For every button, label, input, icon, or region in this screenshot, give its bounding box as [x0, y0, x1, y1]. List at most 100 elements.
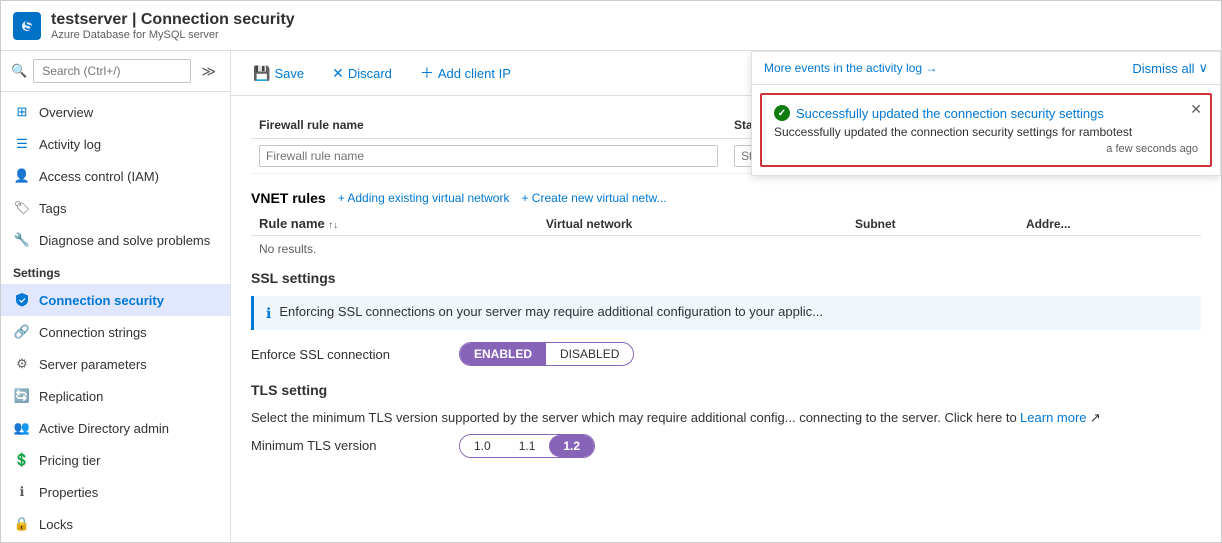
sidebar-item-active-directory[interactable]: 👥 Active Directory admin	[1, 412, 230, 444]
create-new-vnet-link[interactable]: + Create new virtual netw...	[521, 191, 666, 205]
add-existing-vnet-link[interactable]: + Adding existing virtual network	[338, 191, 510, 205]
tls-toggle-group: Minimum TLS version 1.0 1.1 1.2	[251, 434, 1201, 458]
sidebar-item-diagnose[interactable]: 🔧 Diagnose and solve problems	[1, 224, 230, 256]
sidebar-item-properties[interactable]: ℹ Properties	[1, 476, 230, 508]
search-icon: 🔍	[11, 63, 27, 79]
sidebar-item-locks[interactable]: 🔒 Locks	[1, 508, 230, 540]
save-label: Save	[274, 66, 304, 81]
page-title: testserver | Connection security	[51, 11, 295, 29]
discard-label: Discard	[348, 66, 392, 81]
vnet-subnet-header: Subnet	[847, 212, 1018, 236]
add-icon: ＋	[420, 63, 434, 83]
tls-option-1-1[interactable]: 1.1	[505, 435, 550, 457]
sidebar-navigation: ⊞ Overview ☰ Activity log 👤 Access contr…	[1, 92, 230, 542]
add-client-ip-button[interactable]: ＋ Add client IP	[414, 59, 517, 87]
content-area: 💾 Save ✕ Discard ＋ Add client IP	[231, 51, 1221, 542]
notification-panel: More events in the activity log → Dismis…	[751, 51, 1221, 176]
discard-icon: ✕	[332, 65, 344, 82]
sidebar-item-server-parameters[interactable]: ⚙ Server parameters	[1, 348, 230, 380]
sidebar-item-label: Overview	[39, 105, 93, 120]
sidebar-item-export-template[interactable]: 📤 Export template	[1, 540, 230, 542]
tls-version-options[interactable]: 1.0 1.1 1.2	[459, 434, 595, 458]
ssl-enforce-toggle-group: Enforce SSL connection ENABLED DISABLED	[251, 342, 1201, 366]
info-icon: ℹ	[13, 483, 31, 501]
vnet-rule-name-header: Rule name ↑↓	[251, 212, 538, 236]
vnet-header: VNET rules + Adding existing virtual net…	[251, 190, 1201, 206]
sidebar-item-label: Activity log	[39, 137, 101, 152]
search-input[interactable]	[33, 59, 191, 83]
tls-option-1-0[interactable]: 1.0	[460, 435, 505, 457]
sidebar-item-overview[interactable]: ⊞ Overview	[1, 96, 230, 128]
ssl-enabled-option[interactable]: ENABLED	[460, 343, 546, 365]
sidebar-item-access-control[interactable]: 👤 Access control (IAM)	[1, 160, 230, 192]
vnet-label: VNET rules	[251, 190, 326, 206]
sidebar-item-tags[interactable]: 🏷 Tags	[1, 192, 230, 224]
tls-min-version-label: Minimum TLS version	[251, 438, 451, 453]
sidebar-collapse-button[interactable]: ≫	[197, 61, 220, 82]
learn-more-link[interactable]: Learn more	[1020, 410, 1086, 425]
sidebar-item-label: Active Directory admin	[39, 421, 169, 436]
external-link-icon: ↗	[1090, 410, 1101, 425]
ssl-disabled-option[interactable]: DISABLED	[546, 343, 633, 365]
sidebar-item-label: Diagnose and solve problems	[39, 233, 210, 248]
firewall-rule-name-input[interactable]	[259, 145, 718, 167]
person-icon: 👤	[13, 167, 31, 185]
add-client-ip-label: Add client IP	[438, 66, 511, 81]
notification-header: More events in the activity log → Dismis…	[752, 52, 1220, 85]
ssl-enforce-label: Enforce SSL connection	[251, 347, 451, 362]
ssl-info-banner: ℹ Enforcing SSL connections on your serv…	[251, 296, 1201, 330]
sidebar-item-activity-log[interactable]: ☰ Activity log	[1, 128, 230, 160]
sidebar-item-label: Server parameters	[39, 357, 147, 372]
pricing-icon: 💲	[13, 451, 31, 469]
notification-message: Successfully updated the connection secu…	[774, 125, 1198, 139]
sidebar-item-label: Access control (IAM)	[39, 169, 159, 184]
activity-log-link[interactable]: More events in the activity log →	[764, 61, 937, 75]
dismiss-all-button[interactable]: Dismiss all ∨	[1132, 60, 1208, 76]
save-button[interactable]: 💾 Save	[247, 61, 310, 86]
no-results-text: No results.	[251, 236, 1201, 263]
app-icon: S	[13, 12, 41, 40]
sidebar-item-replication[interactable]: 🔄 Replication	[1, 380, 230, 412]
info-icon: ℹ	[266, 305, 271, 322]
notification-close-button[interactable]: ✕	[1190, 101, 1202, 118]
table-row: No results.	[251, 236, 1201, 263]
ssl-section-heading: SSL settings	[251, 270, 1201, 286]
success-icon	[774, 105, 790, 121]
settings-section-label: Settings	[1, 256, 230, 284]
page-subtitle: Azure Database for MySQL server	[51, 29, 295, 41]
refresh-icon: 🔄	[13, 387, 31, 405]
save-icon: 💾	[253, 65, 270, 82]
sidebar-item-label: Locks	[39, 517, 73, 532]
sidebar: 🔍 ≫ ⊞ Overview ☰ Activity log 👤 Access c…	[1, 51, 231, 542]
firewall-rule-name-header: Firewall rule name	[251, 112, 726, 139]
sliders-icon: ⚙	[13, 355, 31, 373]
notification-title-row: Successfully updated the connection secu…	[774, 105, 1198, 121]
discard-button[interactable]: ✕ Discard	[326, 61, 398, 86]
sidebar-item-label: Properties	[39, 485, 98, 500]
sidebar-item-pricing-tier[interactable]: 💲 Pricing tier	[1, 444, 230, 476]
vnet-table: Rule name ↑↓ Virtual network Subnet Addr…	[251, 212, 1201, 262]
sidebar-item-label: Pricing tier	[39, 453, 100, 468]
sidebar-item-label: Replication	[39, 389, 103, 404]
vnet-virtual-network-header: Virtual network	[538, 212, 847, 236]
dismiss-all-label: Dismiss all	[1132, 61, 1194, 76]
tls-option-1-2[interactable]: 1.2	[549, 435, 594, 457]
person-add-icon: 👥	[13, 419, 31, 437]
sidebar-item-connection-strings[interactable]: 🔗 Connection strings	[1, 316, 230, 348]
ssl-toggle-switch[interactable]: ENABLED DISABLED	[459, 342, 634, 366]
svg-text:S: S	[24, 18, 33, 33]
tls-section-heading: TLS setting	[251, 382, 1201, 398]
sidebar-item-connection-security[interactable]: Connection security	[1, 284, 230, 316]
tag-icon: 🏷	[13, 199, 31, 217]
wrench-icon: 🔧	[13, 231, 31, 249]
vnet-address-header: Addre...	[1018, 212, 1201, 236]
notification-body: ✕ Successfully updated the connection se…	[760, 93, 1212, 167]
home-icon: ⊞	[13, 103, 31, 121]
sidebar-search-bar[interactable]: 🔍 ≫	[1, 51, 230, 92]
notification-title: Successfully updated the connection secu…	[796, 106, 1104, 121]
list-icon: ☰	[13, 135, 31, 153]
tls-description: Select the minimum TLS version supported…	[251, 408, 1201, 428]
shield-icon	[13, 291, 31, 309]
link-icon: 🔗	[13, 323, 31, 341]
sidebar-item-label: Connection security	[39, 293, 164, 308]
